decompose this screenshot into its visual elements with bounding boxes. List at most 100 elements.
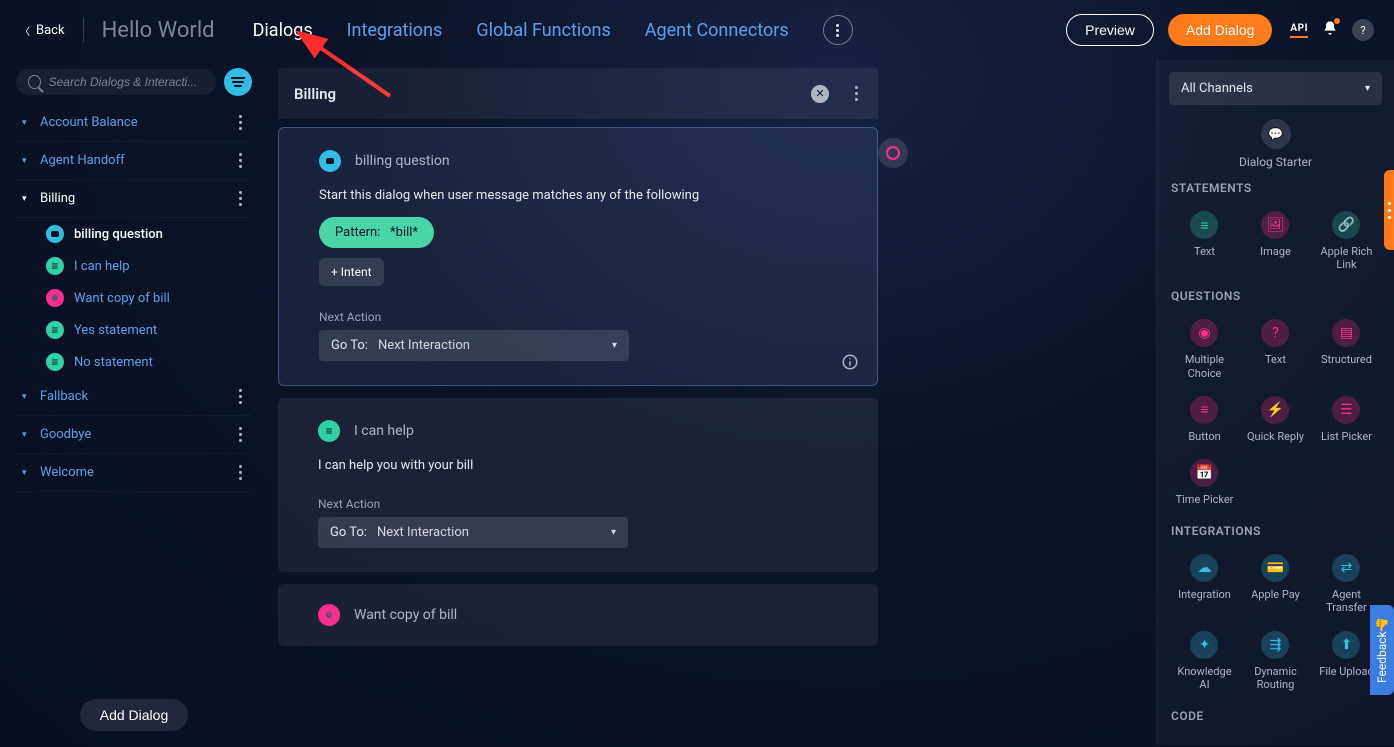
tile-apple-rich-link[interactable]: 🔗Apple Rich Link: [1311, 205, 1382, 281]
tile-text-question[interactable]: ?Text: [1240, 313, 1311, 389]
dialog-menu-button[interactable]: [851, 82, 862, 105]
tile-quick-reply[interactable]: ⚡Quick Reply: [1240, 390, 1311, 453]
leaf-label: Yes statement: [74, 323, 157, 338]
feedback-tab[interactable]: Feedback 👍: [1370, 605, 1394, 695]
tree-item-fallback[interactable]: ▾ Fallback: [16, 378, 252, 416]
chevron-down-icon: ▾: [611, 527, 616, 538]
leaf-label: billing question: [74, 227, 163, 242]
filter-button[interactable]: [224, 68, 252, 96]
bell-icon[interactable]: [1322, 20, 1338, 40]
card-icon: 💳: [1261, 554, 1289, 582]
tab-agent-connectors[interactable]: Agent Connectors: [645, 20, 789, 41]
card-title: billing question: [355, 153, 450, 169]
tab-integrations[interactable]: Integrations: [347, 20, 443, 41]
search-box[interactable]: [16, 69, 216, 95]
item-menu-button[interactable]: [235, 187, 246, 210]
tab-dialogs[interactable]: Dialogs: [253, 20, 313, 41]
preview-button[interactable]: Preview: [1066, 14, 1154, 46]
tree-label: Billing: [40, 191, 75, 206]
tree-leaf-i-can-help[interactable]: I can help: [16, 250, 252, 282]
project-title: Hello World: [102, 18, 215, 43]
tile-apple-pay[interactable]: 💳Apple Pay: [1240, 548, 1311, 624]
api-icon[interactable]: API: [1290, 23, 1308, 38]
tree-item-billing[interactable]: ▾ Billing: [16, 180, 252, 218]
tree-label: Fallback: [40, 389, 88, 404]
tree-label: Account Balance: [40, 115, 138, 130]
goto-label: Go To:: [331, 338, 368, 353]
tile-integration[interactable]: ☁Integration: [1169, 548, 1240, 624]
tile-image[interactable]: 🖼Image: [1240, 205, 1311, 281]
item-menu-button[interactable]: [235, 423, 246, 446]
chevron-left-icon: 〈: [20, 23, 30, 38]
tree-leaf-no-statement[interactable]: No statement: [16, 346, 252, 378]
item-menu-button[interactable]: [235, 149, 246, 172]
nav-tabs: Dialogs Integrations Global Functions Ag…: [253, 20, 789, 41]
tile-knowledge-ai[interactable]: ✦Knowledge AI: [1169, 625, 1240, 701]
goto-value: Next Interaction: [377, 525, 469, 540]
add-dialog-button[interactable]: Add Dialog: [1168, 14, 1273, 46]
chevron-down-icon: ▾: [612, 340, 617, 351]
tree-leaf-yes-statement[interactable]: Yes statement: [16, 314, 252, 346]
tree-item-account-balance[interactable]: ▾ Account Balance: [16, 104, 252, 142]
tree-item-welcome[interactable]: ▾ Welcome: [16, 454, 252, 492]
item-menu-button[interactable]: [235, 385, 246, 408]
lines-icon: [46, 257, 64, 275]
tile-structured[interactable]: ▤Structured: [1311, 313, 1382, 389]
canvas: Billing ✕ billing question Start this di…: [258, 60, 1156, 745]
calendar-icon: 📅: [1190, 459, 1218, 487]
list-icon: ☰: [1332, 396, 1360, 424]
help-icon[interactable]: ?: [1352, 19, 1374, 41]
tab-global-functions[interactable]: Global Functions: [476, 20, 610, 41]
tile-multiple-choice[interactable]: ◉Multiple Choice: [1169, 313, 1240, 389]
section-title-code: CODE: [1171, 709, 1380, 723]
close-icon[interactable]: ✕: [811, 85, 829, 103]
goto-label: Go To:: [330, 525, 367, 540]
info-icon[interactable]: [841, 353, 859, 371]
item-menu-button[interactable]: [235, 461, 246, 484]
interaction-card-billing-question[interactable]: billing question Start this dialog when …: [278, 127, 878, 386]
left-add-dialog-button[interactable]: Add Dialog: [80, 699, 189, 731]
add-intent-button[interactable]: + Intent: [319, 258, 384, 286]
item-menu-button[interactable]: [235, 111, 246, 134]
leaf-label: No statement: [74, 355, 153, 370]
radio-icon: ◉: [1190, 319, 1218, 347]
pattern-label: Pattern:: [335, 225, 380, 240]
overflow-menu-button[interactable]: [823, 15, 853, 45]
link-icon: 🔗: [1332, 211, 1360, 239]
right-panel: All Channels ▾ 💬 Dialog Starter STATEMEN…: [1156, 60, 1394, 745]
divider: [83, 18, 84, 42]
image-icon: 🖼: [1261, 211, 1289, 239]
next-action-select[interactable]: Go To: Next Interaction ▾: [318, 517, 628, 548]
tile-dynamic-routing[interactable]: ⇶Dynamic Routing: [1240, 625, 1311, 701]
tile-list-picker[interactable]: ☰List Picker: [1311, 390, 1382, 453]
dialog-starter-node[interactable]: [878, 138, 908, 168]
search-input[interactable]: [49, 75, 204, 89]
left-panel: ▾ Account Balance ▾ Agent Handoff ▾ Bill…: [0, 60, 258, 745]
radio-icon: [318, 604, 340, 626]
tile-text[interactable]: ≡Text: [1169, 205, 1240, 281]
dialog-starter-tile[interactable]: 💬 Dialog Starter: [1169, 119, 1382, 169]
text-icon: ≡: [1190, 211, 1218, 239]
channels-label: All Channels: [1181, 81, 1253, 96]
tile-button[interactable]: ≡Button: [1169, 390, 1240, 453]
next-action-select[interactable]: Go To: Next Interaction ▾: [319, 330, 629, 361]
chevron-down-icon: ▾: [22, 392, 32, 402]
back-button[interactable]: 〈 Back: [20, 23, 65, 38]
tile-time-picker[interactable]: 📅Time Picker: [1169, 453, 1240, 516]
transfer-icon: ⇄: [1332, 554, 1360, 582]
tree-item-agent-handoff[interactable]: ▾ Agent Handoff: [16, 142, 252, 180]
channels-dropdown[interactable]: All Channels ▾: [1169, 72, 1382, 105]
chevron-down-icon: ▾: [1365, 83, 1370, 94]
tree-item-goodbye[interactable]: ▾ Goodbye: [16, 416, 252, 454]
pattern-chip[interactable]: Pattern: *bill*: [319, 217, 434, 248]
upload-icon: ⬆: [1332, 631, 1360, 659]
tree-leaf-want-copy[interactable]: Want copy of bill: [16, 282, 252, 314]
next-action-label: Next Action: [319, 310, 837, 324]
side-drawer-handle[interactable]: [1384, 170, 1394, 250]
card-text: I can help you with your bill: [318, 458, 838, 473]
dialog-tree: ▾ Account Balance ▾ Agent Handoff ▾ Bill…: [16, 104, 252, 699]
interaction-card-i-can-help[interactable]: I can help I can help you with your bill…: [278, 398, 878, 572]
cloud-icon: ☁: [1190, 554, 1218, 582]
interaction-card-want-copy[interactable]: Want copy of bill: [278, 584, 878, 646]
tree-leaf-billing-question[interactable]: billing question: [16, 218, 252, 250]
